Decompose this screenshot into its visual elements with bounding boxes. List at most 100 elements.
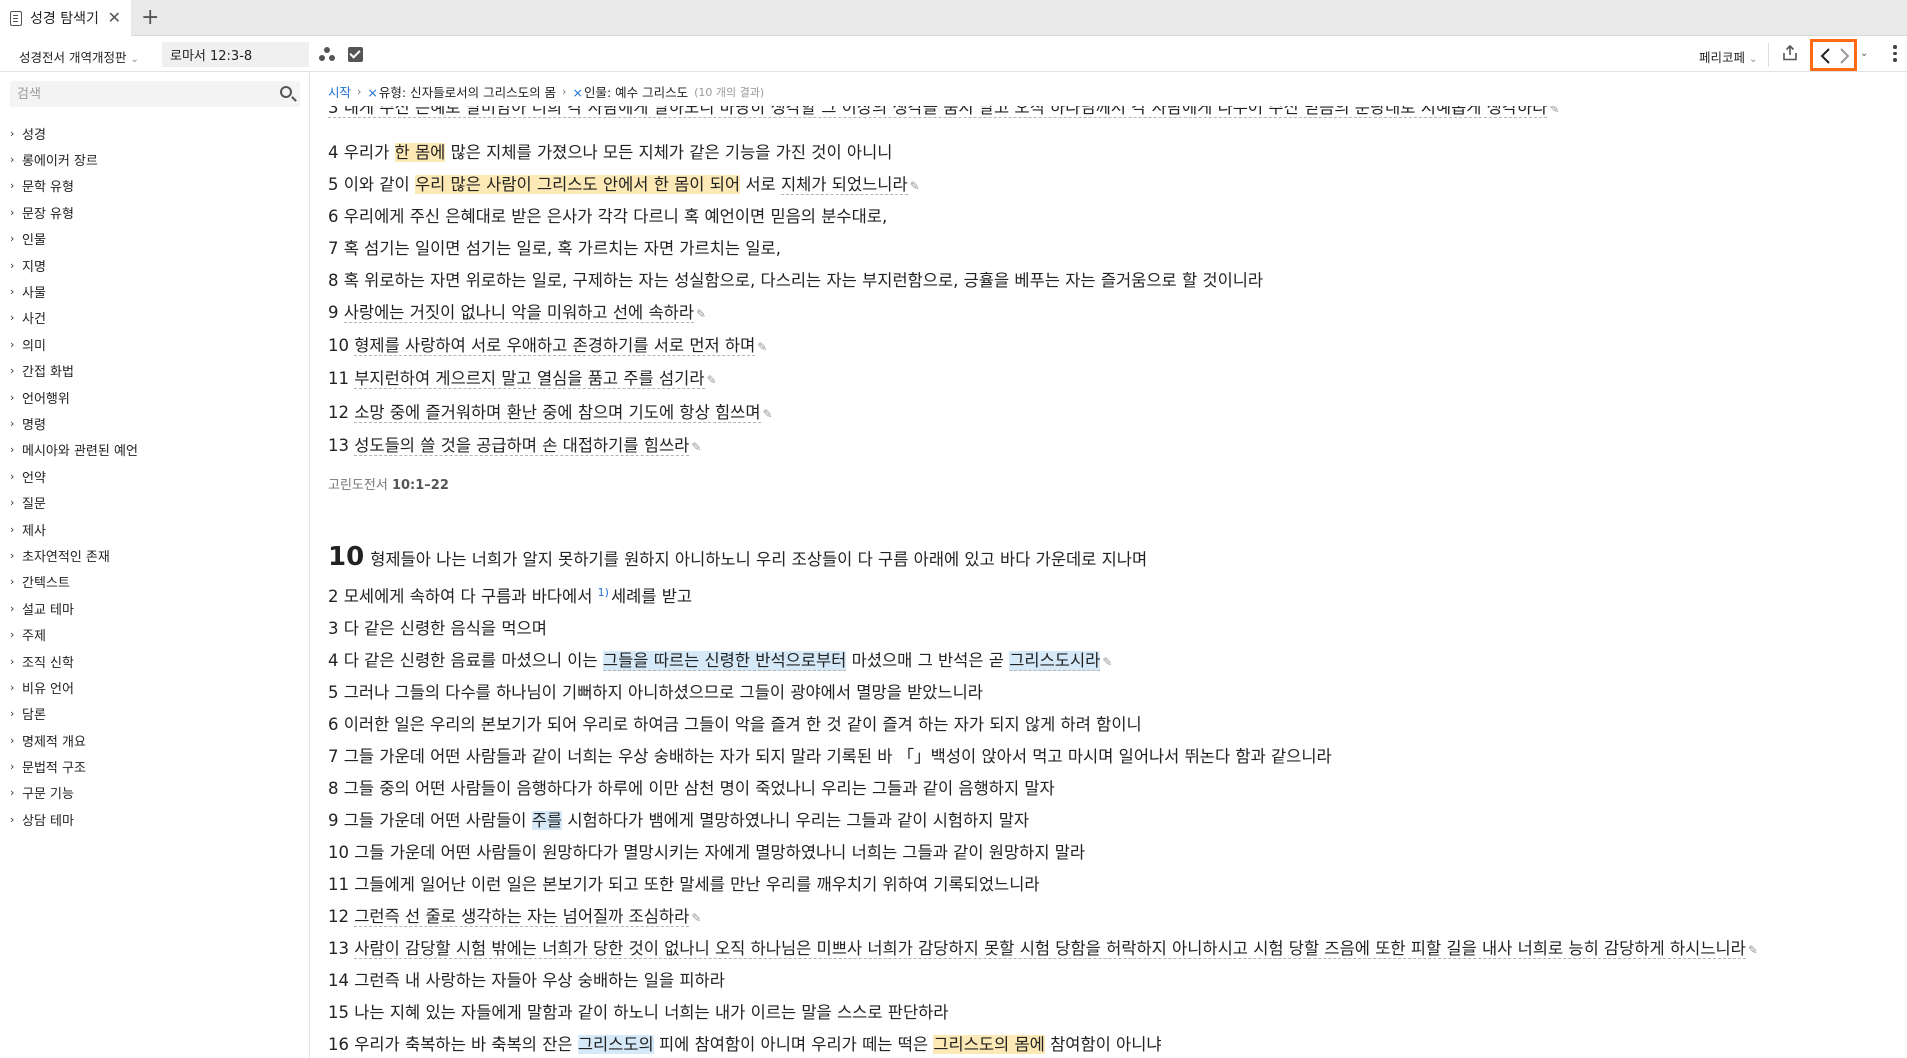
verse-1cor-10-12: 12 그런즉 선 줄로 생각하는 자는 넘어질까 조심하라 ✎ (328, 907, 702, 927)
highlight-christ[interactable]: 그리스도의 (577, 1035, 654, 1054)
chevron-right-icon: › (10, 469, 15, 483)
tree-item[interactable]: › 성경 (10, 120, 138, 146)
search-box (10, 81, 300, 107)
highlight-body[interactable]: 그리스도의 몸에 (933, 1035, 1045, 1054)
tree-item[interactable]: › 지명 (10, 252, 138, 278)
verse-1cor-10-16: 16 우리가 축복하는 바 축복의 잔은 그리스도의 피에 참여함이 아니며 우… (328, 1035, 1162, 1054)
tree-item[interactable]: › 설교 테마 (10, 595, 138, 621)
remove-filter-icon[interactable]: × (367, 85, 377, 100)
verse-1cor-10-6: 6 이러한 일은 우리의 본보기가 되어 우리로 하여금 그들이 악을 즐겨 한… (328, 715, 1142, 734)
chevron-right-icon: › (10, 153, 15, 167)
note-pencil-icon[interactable]: ✎ (691, 911, 701, 925)
pericope-label: 페리코페 (1699, 50, 1746, 65)
back-arrow-icon[interactable] (1819, 46, 1833, 66)
note-pencil-icon[interactable]: ✎ (691, 440, 701, 454)
section-reference[interactable]: 고린도전서 10:1–22 (328, 474, 449, 493)
forward-arrow-icon[interactable] (1837, 46, 1851, 66)
chevron-right-icon: › (10, 205, 15, 219)
verse-1cor-10-3: 3 다 같은 신령한 음식을 먹으며 (328, 619, 547, 638)
tree-item[interactable]: › 언어행위 (10, 384, 138, 410)
tree-item[interactable]: › 인물 (10, 226, 138, 252)
close-tab-icon[interactable]: ✕ (108, 8, 121, 27)
chevron-right-icon: › (10, 364, 15, 378)
tree-item[interactable]: › 메시아와 관련된 예언 (10, 437, 138, 463)
tree-item[interactable]: › 사물 (10, 278, 138, 304)
breadcrumb-start-link[interactable]: 시작 (328, 82, 351, 101)
history-dropdown-icon[interactable]: ⌄ (1860, 48, 1868, 59)
breadcrumb-separator: › (357, 85, 362, 98)
tab-bible-explorer[interactable]: 성경 탐색기 ✕ (0, 0, 131, 36)
verse-1cor-10-15: 15 나는 지혜 있는 자들에게 말함과 같이 하노니 너희는 내가 이르는 말… (328, 1003, 949, 1022)
tree-item[interactable]: › 문법적 구조 (10, 753, 138, 779)
bible-version-label: 성경전서 개역개정판 (19, 50, 127, 65)
new-tab-button[interactable]: + (141, 5, 159, 30)
highlight-christ[interactable]: 그리스도시라 (1009, 651, 1101, 671)
search-icon[interactable] (280, 86, 292, 98)
chevron-right-icon: › (10, 258, 15, 272)
remove-filter-icon[interactable]: × (572, 85, 582, 100)
breadcrumb-filter-person[interactable]: ×인물: 예수 그리스도 (572, 82, 688, 101)
verse-1cor-10-8: 8 그들 중의 어떤 사람들이 음행하다가 하루에 이만 삼천 명이 죽었나니 … (328, 779, 1055, 798)
chevron-right-icon: › (10, 496, 15, 510)
tree-item[interactable]: › 사건 (10, 305, 138, 331)
tree-item[interactable]: › 간접 화법 (10, 358, 138, 384)
breadcrumb-filter-type[interactable]: ×유형: 신자들로서의 그리스도의 몸 (367, 82, 556, 101)
verse-1cor-10-14: 14 그런즉 내 사랑하는 자들아 우상 숭배하는 일을 피하라 (328, 971, 725, 990)
tree-item[interactable]: › 주제 (10, 621, 138, 647)
chevron-right-icon: › (10, 443, 15, 457)
verse-1cor-10-9: 9 그들 가운데 어떤 사람들이 주를 시험하다가 뱀에게 멸망하였나니 우리는… (328, 811, 1030, 830)
toolbar: 성경전서 개역개정판 ⌄ 로마서 12:3-8 페리코페 ⌄ ⌄ (0, 37, 1907, 72)
note-pencil-icon[interactable]: ✎ (757, 340, 767, 354)
chevron-down-icon: ⌄ (1749, 54, 1758, 65)
share-icon[interactable] (1781, 44, 1799, 62)
chapter-number: 10 (328, 542, 365, 572)
tree-item[interactable]: › 명제적 개요 (10, 727, 138, 753)
people-icon[interactable] (318, 45, 336, 63)
note-pencil-icon[interactable]: ✎ (763, 407, 773, 421)
note-pencil-icon[interactable]: ✎ (696, 307, 706, 321)
highlight-body[interactable]: 우리 많은 사람이 그리스도 안에서 한 몸이 되어 (414, 175, 741, 194)
tree-item[interactable]: › 간텍스트 (10, 569, 138, 595)
chevron-right-icon: › (10, 733, 15, 747)
highlight-christ[interactable]: 그들을 따르는 신령한 반석으로부터 (602, 651, 847, 671)
bible-version-select[interactable]: 성경전서 개역개정판 ⌄ (19, 47, 139, 66)
note-pencil-icon[interactable]: ✎ (1549, 106, 1559, 116)
reference-input[interactable]: 로마서 12:3-8 (162, 42, 309, 67)
verse-romans-12-6: 6 우리에게 주신 은혜대로 받은 은사가 각각 다르니 혹 예언이면 믿음의 … (328, 207, 888, 226)
verse-romans-12-9: 9 사랑에는 거짓이 없나니 악을 미워하고 선에 속하라 ✎ (328, 303, 707, 323)
verse-1cor-10-1: 10 형제들아 나는 너희가 알지 못하기를 원하지 아니하노니 우리 조상들이 … (328, 542, 1148, 572)
tree-item[interactable]: › 비유 언어 (10, 674, 138, 700)
tree-item[interactable]: › 질문 (10, 489, 138, 515)
tree-item[interactable]: › 의미 (10, 331, 138, 357)
note-pencil-icon[interactable]: ✎ (910, 179, 920, 193)
tree-item[interactable]: › 조직 신학 (10, 648, 138, 674)
scripture-pane: 3 내게 주신 은혜로 말미암아 너희 각 사람에게 말하노니 마땅히 생각할 … (311, 106, 1907, 1058)
checkbox-icon[interactable] (348, 47, 363, 62)
note-pencil-icon[interactable]: ✎ (1748, 943, 1758, 957)
tree-item[interactable]: › 명령 (10, 410, 138, 436)
tree-item[interactable]: › 구문 기능 (10, 780, 138, 806)
highlight-christ[interactable]: 주를 (531, 811, 563, 830)
tree-item[interactable]: › 언약 (10, 463, 138, 489)
tab-bar: 성경 탐색기 ✕ + (0, 0, 1907, 36)
highlight-body[interactable]: 한 몸에 (394, 143, 446, 162)
verse-romans-12-3: 3 내게 주신 은혜로 말미암아 너희 각 사람에게 말하노니 마땅히 생각할 … (328, 106, 1559, 118)
note-pencil-icon[interactable]: ✎ (707, 373, 717, 387)
search-input[interactable] (10, 81, 270, 107)
verse-1cor-10-2: 2 모세에게 속하여 다 구름과 바다에서 1) 세례를 받고 (328, 585, 693, 607)
tree-item[interactable]: › 문장 유형 (10, 199, 138, 225)
result-count: (10 개의 결과) (694, 85, 765, 99)
tree-item[interactable]: › 초자연적인 존재 (10, 542, 138, 568)
note-pencil-icon[interactable]: ✎ (1102, 655, 1112, 669)
chevron-right-icon: › (10, 760, 15, 774)
chevron-right-icon: › (10, 179, 15, 193)
tree-item[interactable]: › 담론 (10, 701, 138, 727)
tree-item[interactable]: › 상담 테마 (10, 806, 138, 832)
tree-item[interactable]: › 롱에이커 장르 (10, 146, 138, 172)
footnote-link[interactable]: 1) (598, 586, 609, 599)
pericope-select[interactable]: 페리코페 ⌄ (1699, 47, 1757, 66)
more-options-icon[interactable] (1893, 45, 1897, 63)
tree-item[interactable]: › 제사 (10, 516, 138, 542)
tree-item[interactable]: › 문학 유형 (10, 173, 138, 199)
chevron-right-icon: › (10, 416, 15, 430)
